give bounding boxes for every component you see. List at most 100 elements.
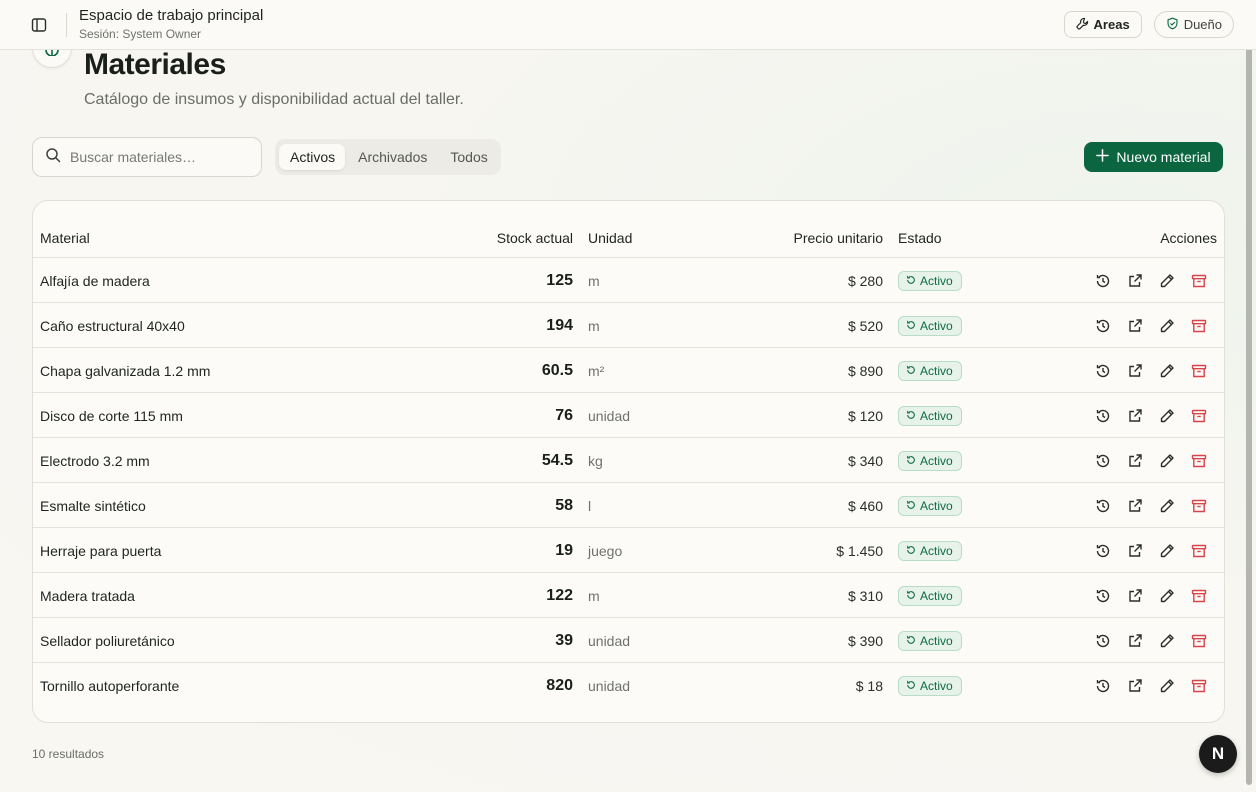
material-name: Tornillo autoperforante [40, 677, 180, 694]
history-icon[interactable] [1093, 541, 1112, 560]
unit-value: m [588, 272, 600, 289]
areas-label: Areas [1093, 17, 1130, 32]
owner-role-button[interactable]: Dueño [1153, 11, 1234, 38]
edit-icon[interactable] [1157, 541, 1176, 560]
page-title: Materiales [84, 48, 226, 81]
results-count: 10 resultados [32, 747, 105, 761]
history-icon[interactable] [1093, 496, 1112, 515]
refresh-icon [906, 589, 916, 603]
col-state[interactable]: Estado [898, 230, 942, 246]
edit-icon[interactable] [1157, 406, 1176, 425]
open-external-icon[interactable] [1125, 361, 1144, 380]
filter-archivados[interactable]: Archivados [347, 144, 437, 170]
areas-button[interactable]: Areas [1063, 11, 1142, 38]
open-external-icon[interactable] [1125, 541, 1144, 560]
unit-value: unidad [588, 407, 631, 424]
edit-icon[interactable] [1157, 676, 1176, 695]
table-row[interactable]: Alfajía de madera 125 m $ 280 Activo [33, 258, 1224, 303]
refresh-icon [906, 499, 916, 513]
history-icon[interactable] [1093, 676, 1112, 695]
table-row[interactable]: Tornillo autoperforante 820 unidad $ 18 … [33, 663, 1224, 708]
open-external-icon[interactable] [1125, 676, 1144, 695]
table-header: Material Stock actual Unidad Precio unit… [33, 201, 1224, 258]
search-icon [45, 147, 61, 168]
table-row[interactable]: Herraje para puerta 19 juego $ 1.450 Act… [33, 528, 1224, 573]
stock-value: 58 [555, 496, 573, 514]
open-external-icon[interactable] [1125, 586, 1144, 605]
open-external-icon[interactable] [1125, 451, 1144, 470]
scrollbar[interactable] [1246, 45, 1252, 785]
open-external-icon[interactable] [1125, 406, 1144, 425]
refresh-icon [906, 454, 916, 468]
sidebar-toggle-icon[interactable] [27, 13, 51, 37]
open-external-icon[interactable] [1125, 271, 1144, 290]
material-name: Caño estructural 40x40 [40, 317, 185, 334]
table-row[interactable]: Caño estructural 40x40 194 m $ 520 Activ… [33, 303, 1224, 348]
table-row[interactable]: Disco de corte 115 mm 76 unidad $ 120 Ac… [33, 393, 1224, 438]
avatar[interactable]: N [1199, 735, 1237, 773]
filter-activos[interactable]: Activos [279, 144, 346, 170]
price-value: $ 520 [847, 317, 883, 334]
history-icon[interactable] [1093, 631, 1112, 650]
refresh-icon [906, 274, 916, 288]
status-label: Activo [920, 408, 953, 423]
history-icon[interactable] [1093, 271, 1112, 290]
archive-icon[interactable] [1189, 316, 1208, 335]
search-input[interactable] [70, 149, 250, 165]
edit-icon[interactable] [1157, 496, 1176, 515]
history-icon[interactable] [1093, 361, 1112, 380]
materials-table: Material Stock actual Unidad Precio unit… [32, 200, 1225, 723]
stock-value: 19 [555, 541, 573, 559]
archive-icon[interactable] [1189, 586, 1208, 605]
col-actions: Acciones [1160, 230, 1217, 246]
open-external-icon[interactable] [1125, 631, 1144, 650]
history-icon[interactable] [1093, 451, 1112, 470]
table-row[interactable]: Esmalte sintético 58 l $ 460 Activo [33, 483, 1224, 528]
stock-value: 76 [555, 406, 573, 424]
archive-icon[interactable] [1189, 496, 1208, 515]
table-row[interactable]: Madera tratada 122 m $ 310 Activo [33, 573, 1224, 618]
search-box[interactable] [32, 137, 262, 177]
status-label: Activo [920, 363, 953, 378]
session-label: Sesión: System Owner [79, 27, 202, 41]
workspace-title: Espacio de trabajo principal [79, 7, 264, 24]
plus-icon [1096, 149, 1110, 165]
col-material[interactable]: Material [40, 230, 90, 246]
edit-icon[interactable] [1157, 631, 1176, 650]
archive-icon[interactable] [1189, 271, 1208, 290]
edit-icon[interactable] [1157, 586, 1176, 605]
edit-icon[interactable] [1157, 361, 1176, 380]
archive-icon[interactable] [1189, 451, 1208, 470]
status-label: Activo [920, 498, 953, 513]
col-unit[interactable]: Unidad [588, 230, 632, 246]
open-external-icon[interactable] [1125, 496, 1144, 515]
col-price[interactable]: Precio unitario [733, 230, 884, 246]
archive-icon[interactable] [1189, 676, 1208, 695]
status-label: Activo [920, 543, 953, 558]
history-icon[interactable] [1093, 316, 1112, 335]
unit-value: unidad [588, 632, 631, 649]
history-icon[interactable] [1093, 406, 1112, 425]
status-badge: Activo [898, 630, 962, 651]
filter-todos[interactable]: Todos [439, 144, 497, 170]
history-icon[interactable] [1093, 586, 1112, 605]
archive-icon[interactable] [1189, 631, 1208, 650]
price-value: $ 310 [847, 587, 883, 604]
edit-icon[interactable] [1157, 316, 1176, 335]
price-value: $ 280 [847, 272, 883, 289]
archive-icon[interactable] [1189, 361, 1208, 380]
col-stock[interactable]: Stock actual [413, 230, 573, 246]
edit-icon[interactable] [1157, 271, 1176, 290]
material-name: Sellador poliuretánico [40, 632, 175, 649]
new-material-button[interactable]: Nuevo material [1084, 142, 1223, 172]
status-badge: Activo [898, 540, 962, 561]
table-row[interactable]: Sellador poliuretánico 39 unidad $ 390 A… [33, 618, 1224, 663]
edit-icon[interactable] [1157, 451, 1176, 470]
open-external-icon[interactable] [1125, 316, 1144, 335]
stock-value: 194 [546, 316, 573, 334]
archive-icon[interactable] [1189, 541, 1208, 560]
table-row[interactable]: Electrodo 3.2 mm 54.5 kg $ 340 Activo [33, 438, 1224, 483]
table-row[interactable]: Chapa galvanizada 1.2 mm 60.5 m² $ 890 A… [33, 348, 1224, 393]
archive-icon[interactable] [1189, 406, 1208, 425]
stock-value: 39 [555, 631, 573, 649]
